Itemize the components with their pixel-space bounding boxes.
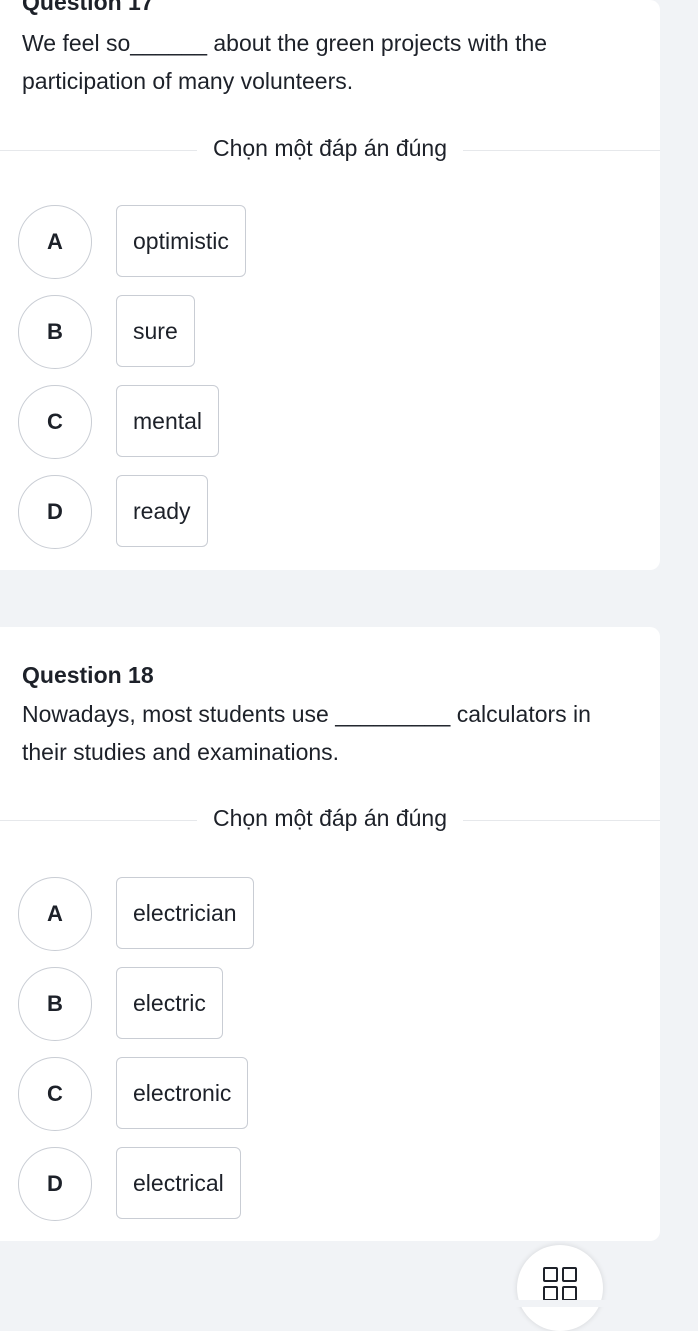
question-text: We feel so______ about the green project…: [22, 30, 548, 94]
option-letter[interactable]: B: [18, 295, 92, 369]
option-answer[interactable]: electrician: [116, 877, 254, 949]
option-answer[interactable]: electric: [116, 967, 223, 1039]
option-answer[interactable]: electronic: [116, 1057, 249, 1129]
question-text: Nowadays, most students use _________ ca…: [22, 701, 591, 765]
option-letter[interactable]: B: [18, 967, 92, 1041]
answer-instruction: Chọn một đáp án đúng: [0, 805, 660, 832]
question-card-17: Question 17 We feel so______ about the g…: [0, 0, 660, 570]
option-answer[interactable]: optimistic: [116, 205, 246, 277]
option-letter[interactable]: D: [18, 1147, 92, 1221]
option-letter[interactable]: C: [18, 1057, 92, 1131]
question-title: Question 18: [22, 662, 154, 688]
option-answer[interactable]: sure: [116, 295, 195, 367]
option-letter[interactable]: D: [18, 475, 92, 549]
option-answer[interactable]: electrical: [116, 1147, 241, 1219]
option-answer[interactable]: mental: [116, 385, 220, 457]
bottom-bar: [0, 1300, 698, 1307]
option-answer[interactable]: ready: [116, 475, 208, 547]
option-letter[interactable]: A: [18, 877, 92, 951]
option-letter[interactable]: C: [18, 385, 92, 459]
answer-instruction: Chọn một đáp án đúng: [0, 135, 660, 162]
grid-icon: [543, 1267, 577, 1301]
question-title: Question 17: [22, 0, 154, 15]
question-card-18: Question 18 Nowadays, most students use …: [0, 627, 660, 1241]
question-grid-button[interactable]: [517, 1245, 603, 1331]
option-letter[interactable]: A: [18, 205, 92, 279]
